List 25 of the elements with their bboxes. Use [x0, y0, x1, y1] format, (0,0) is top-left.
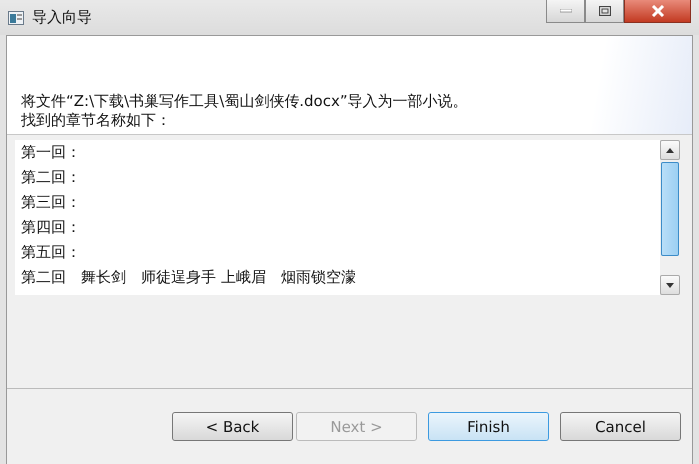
close-button[interactable]	[624, 0, 691, 23]
chapter-item[interactable]: 第四回：	[21, 215, 660, 240]
chapter-prompt: 找到的章节名称如下：	[21, 111, 172, 130]
chapter-list[interactable]: 第一回： 第二回： 第三回： 第四回： 第五回： 第二回 舞长剑 师徒逞身手 上峨眉 烟雨锁空濛	[15, 140, 680, 295]
import-message: 将文件“Z:\下载\书巢写作工具\蜀山剑侠传.docx”导入为一部小说。	[21, 92, 469, 111]
wizard-button[interactable]: Cancel	[560, 412, 681, 441]
wizard-button[interactable]: Finish	[428, 412, 549, 441]
window-title: 导入向导	[32, 8, 92, 27]
wizard-button[interactable]: < Back	[172, 412, 293, 441]
maximize-icon	[598, 6, 610, 16]
chapter-item[interactable]: 第二回：	[21, 165, 660, 190]
chapter-item[interactable]: 第三回：	[21, 190, 660, 215]
down-arrow-icon	[666, 282, 674, 288]
scroll-down-button[interactable]	[660, 275, 680, 295]
chapter-item[interactable]: 第一回：	[21, 140, 660, 165]
window-icon	[8, 10, 24, 24]
minimize-icon	[560, 9, 572, 13]
up-arrow-icon	[666, 148, 674, 152]
scroll-thumb[interactable]	[661, 162, 679, 256]
chapter-item[interactable]: 第五回：	[21, 240, 660, 265]
close-icon	[650, 5, 664, 17]
scrollbar[interactable]	[660, 140, 680, 295]
chapter-item[interactable]: 第二回 舞长剑 师徒逞身手 上峨眉 烟雨锁空濛	[21, 265, 660, 290]
scroll-up-button[interactable]	[660, 140, 680, 160]
maximize-button[interactable]	[585, 0, 624, 23]
